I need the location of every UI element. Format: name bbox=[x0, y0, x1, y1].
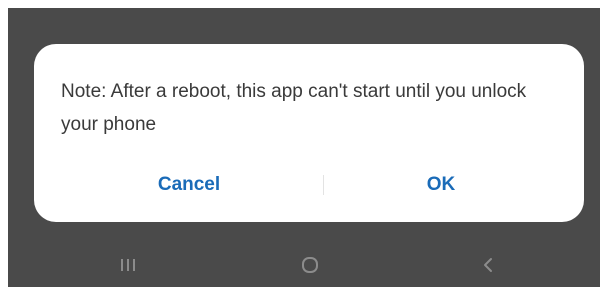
navigation-bar bbox=[8, 243, 600, 287]
home-icon bbox=[302, 257, 318, 273]
back-button[interactable] bbox=[468, 243, 508, 287]
home-button[interactable] bbox=[288, 243, 332, 287]
cancel-button[interactable]: Cancel bbox=[94, 165, 284, 205]
recent-apps-button[interactable] bbox=[108, 243, 148, 287]
button-divider bbox=[323, 175, 324, 195]
back-icon bbox=[484, 258, 492, 272]
dialog-message: Note: After a reboot, this app can't sta… bbox=[61, 81, 527, 135]
confirmation-dialog: Note: After a reboot, this app can't sta… bbox=[34, 44, 584, 222]
phone-screen: Note: After a reboot, this app can't sta… bbox=[0, 0, 600, 287]
recent-apps-icon bbox=[121, 259, 135, 271]
ok-button[interactable]: OK bbox=[346, 165, 536, 205]
